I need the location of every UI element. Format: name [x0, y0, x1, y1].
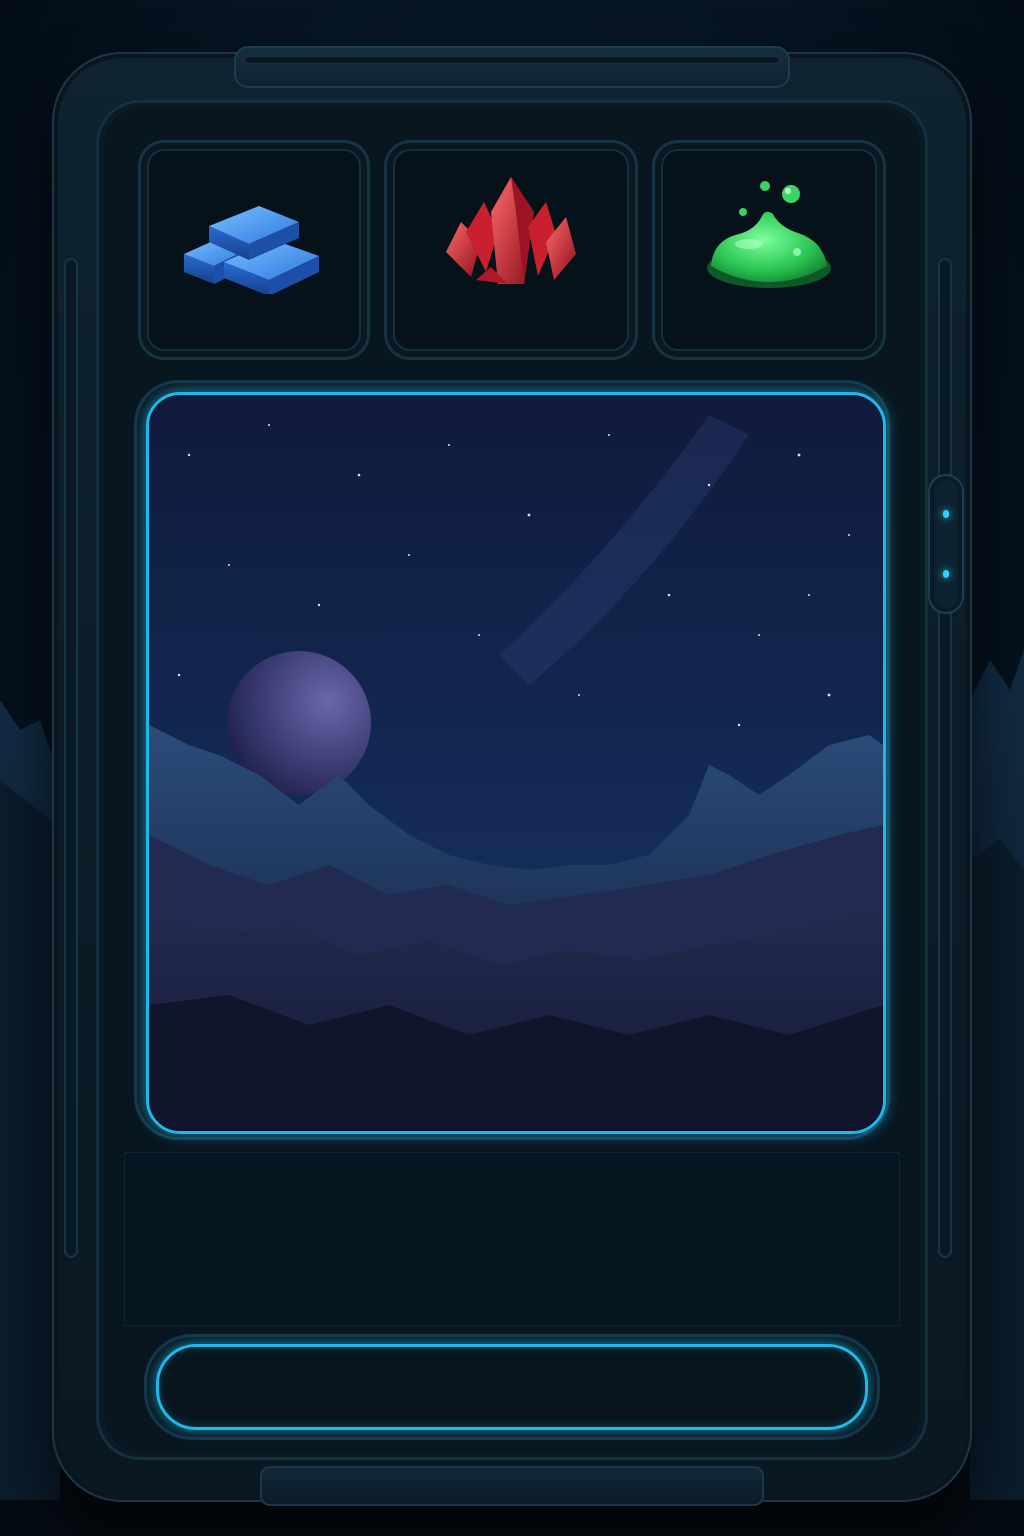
side-led-bottom	[943, 570, 949, 578]
info-panel	[124, 1152, 900, 1326]
action-button[interactable]	[156, 1344, 868, 1430]
alien-planet-landscape	[149, 395, 883, 1131]
top-handle	[234, 46, 790, 88]
resource-slot-gas[interactable]	[652, 140, 886, 360]
side-led-top	[943, 510, 949, 518]
side-button[interactable]	[928, 474, 964, 614]
right-rail	[938, 258, 952, 1258]
resource-slot-metal[interactable]	[138, 140, 370, 360]
left-rail	[64, 258, 78, 1258]
metal-ingots-icon	[184, 206, 319, 294]
resource-slot-crystal[interactable]	[384, 140, 638, 360]
bottom-handle	[260, 1466, 764, 1506]
red-crystal-icon	[446, 177, 576, 284]
planet-landscape-view[interactable]	[146, 392, 886, 1134]
green-slime-icon	[707, 181, 831, 288]
